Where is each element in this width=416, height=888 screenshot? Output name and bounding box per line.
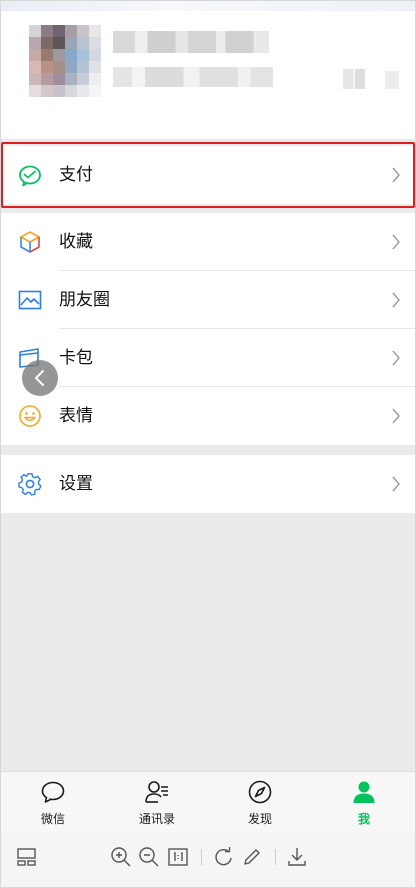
contacts-icon	[145, 781, 168, 803]
menu-item-favorites-label: 收藏	[59, 232, 93, 252]
rotate-icon[interactable]	[212, 846, 234, 868]
menu-item-favorites[interactable]: 收藏	[1, 213, 415, 271]
person-icon	[353, 781, 375, 803]
chat-bubble-icon	[41, 781, 65, 803]
menu-item-pay[interactable]: 支付	[1, 146, 415, 204]
menu-item-cards-label: 卡包	[59, 348, 93, 368]
tab-chats-label: 微信	[40, 812, 65, 826]
zoom-in-icon[interactable]	[110, 846, 132, 868]
menu-item-stickers[interactable]: 表情	[1, 387, 415, 445]
download-icon[interactable]	[286, 846, 308, 868]
menu-item-settings[interactable]: 设置	[1, 455, 415, 513]
back-button[interactable]	[22, 360, 58, 396]
chevron-right-icon	[392, 292, 400, 308]
group-services: 收藏 朋友圈 卡包 表情	[1, 213, 415, 445]
tab-me-label: 我	[357, 812, 370, 826]
group-settings: 设置	[1, 455, 415, 513]
zoom-out-icon[interactable]	[138, 846, 160, 868]
menu-item-moments-label: 朋友圈	[59, 290, 110, 310]
wechat-pay-icon	[19, 165, 41, 187]
favorites-cube-icon	[20, 231, 40, 253]
chevron-right-icon	[385, 71, 399, 89]
chevron-right-icon	[392, 350, 400, 366]
tab-contacts-label: 通讯录	[138, 812, 175, 826]
chevron-left-icon	[34, 370, 44, 386]
tab-bar: 微信 通讯录 发现 我	[1, 771, 415, 834]
thumbnail-view-icon[interactable]	[16, 846, 38, 868]
chevron-right-icon	[392, 476, 400, 492]
tab-me[interactable]: 我	[329, 776, 399, 832]
tab-chats[interactable]: 微信	[18, 776, 88, 832]
chevron-right-icon	[392, 234, 400, 250]
avatar[interactable]	[29, 25, 101, 97]
screenshot-frame: 支付 收藏 朋友圈 卡包 表情 设置 微信 通讯录 发现 我	[0, 0, 416, 888]
actual-size-icon[interactable]	[167, 846, 189, 868]
group-pay: 支付	[1, 146, 415, 204]
viewer-toolbar	[1, 834, 415, 887]
menu-item-moments[interactable]: 朋友圈	[1, 271, 415, 329]
tab-discover-label: 发现	[247, 812, 272, 826]
tab-contacts[interactable]: 通讯录	[122, 776, 192, 832]
chevron-right-icon	[392, 167, 400, 183]
toolbar-divider	[201, 849, 202, 865]
menu-item-settings-label: 设置	[59, 474, 93, 494]
edit-pencil-icon[interactable]	[241, 846, 263, 868]
gear-icon	[18, 473, 42, 496]
status-strip	[1, 1, 415, 11]
smiley-icon	[19, 405, 41, 427]
moments-picture-icon	[18, 290, 42, 310]
compass-icon	[248, 780, 272, 804]
profile-header[interactable]	[1, 1, 415, 139]
menu-item-pay-label: 支付	[59, 165, 93, 185]
profile-id	[113, 67, 273, 87]
tab-discover[interactable]: 发现	[225, 776, 295, 832]
profile-name	[113, 31, 269, 53]
chevron-right-icon	[392, 408, 400, 424]
toolbar-divider	[275, 849, 276, 865]
menu-item-cards[interactable]: 卡包	[1, 329, 415, 387]
menu-item-stickers-label: 表情	[59, 406, 93, 426]
qr-code-icon[interactable]	[343, 69, 365, 89]
